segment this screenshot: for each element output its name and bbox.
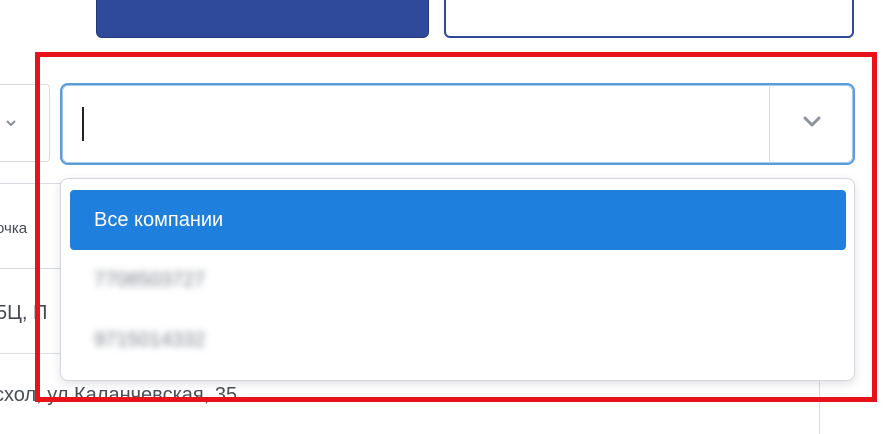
option-label: 9715014332 <box>94 328 206 351</box>
company-search-input[interactable] <box>76 97 756 151</box>
company-select[interactable] <box>60 83 855 165</box>
company-dropdown-menu: Все компании 7708503727 9715014332 <box>60 178 855 381</box>
text-cursor <box>82 107 84 141</box>
dropdown-option-company[interactable]: 9715014332 <box>70 310 846 370</box>
dropdown-toggle-button[interactable] <box>770 85 853 163</box>
dropdown-option-all-companies[interactable]: Все компании <box>70 190 846 250</box>
adjacent-select-field[interactable] <box>0 84 50 162</box>
chevron-down-icon <box>6 115 16 131</box>
dropdown-option-company[interactable]: 7708503727 <box>70 250 846 310</box>
primary-action-button[interactable] <box>96 0 429 38</box>
chevron-down-icon <box>802 115 822 134</box>
address-text: схол, ул Каланчевская, 35 <box>0 384 238 406</box>
table-cell-text: 5Ц, П <box>0 302 48 324</box>
option-label: 7708503727 <box>94 268 206 291</box>
secondary-action-button[interactable] <box>444 0 854 38</box>
table-cell-text: очка <box>0 220 28 237</box>
option-label: Все компании <box>94 208 224 231</box>
